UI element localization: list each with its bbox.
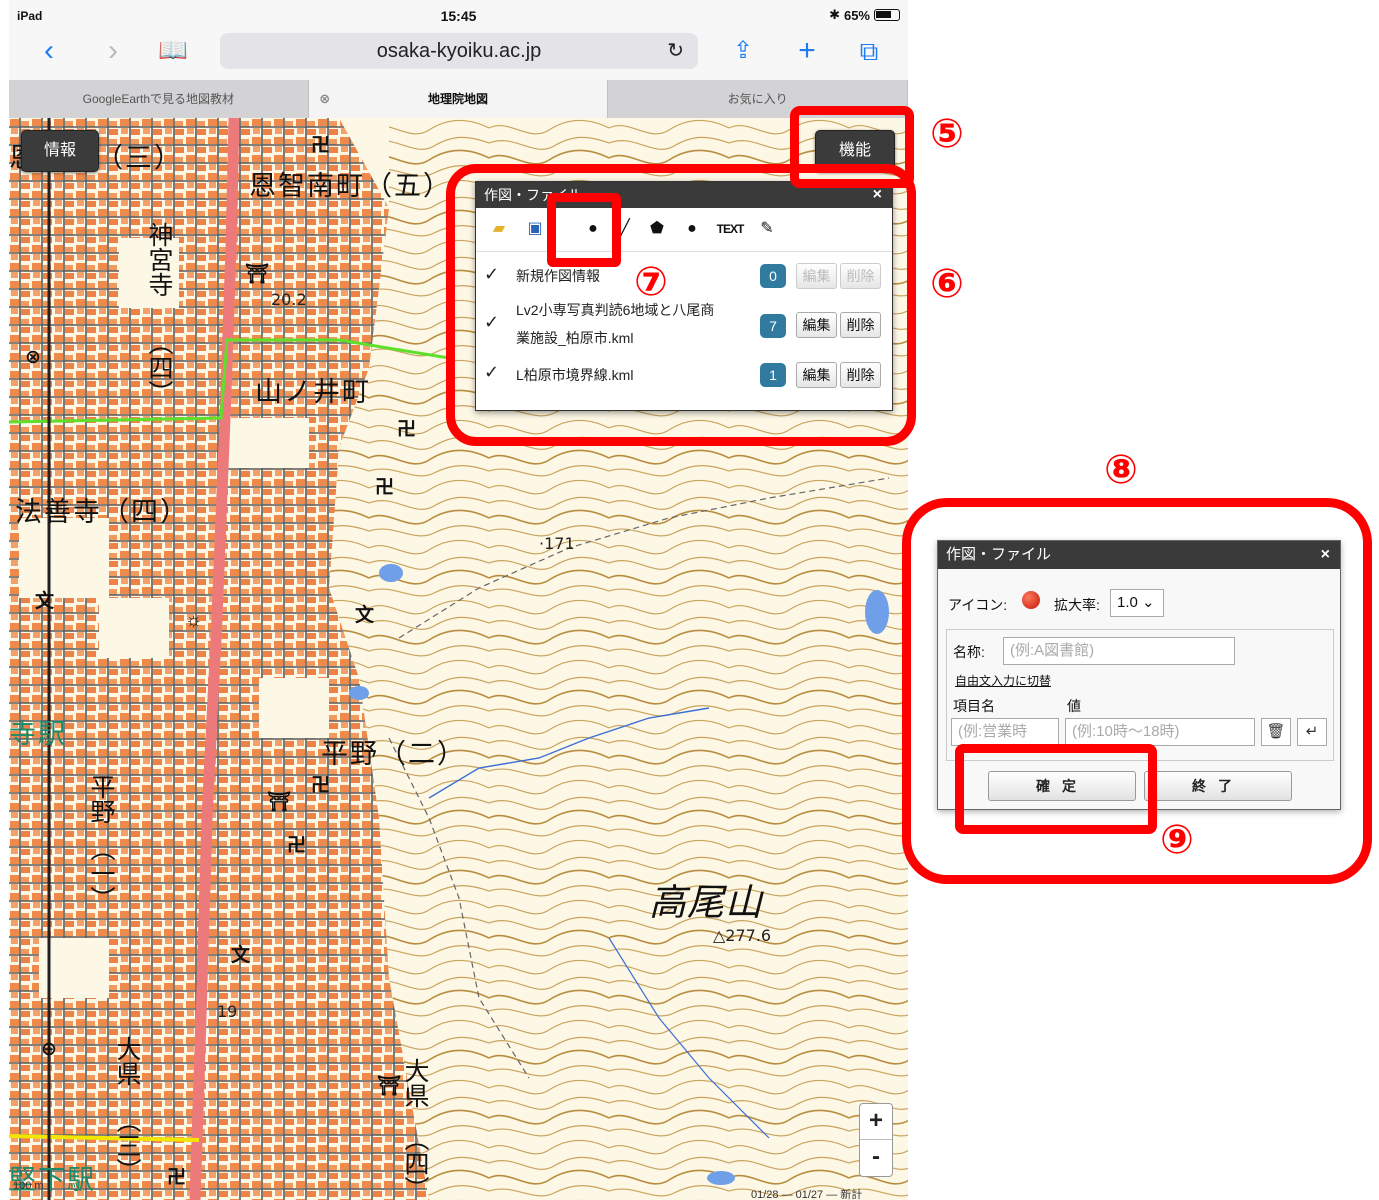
bluetooth-icon: ✱ — [829, 7, 840, 22]
tab-bar: GoogleEarthで見る地図教材 ⊗ 地理院地図 お気に入り — [9, 80, 908, 118]
school-icon: 文 — [355, 605, 375, 626]
temple-icon: 卍 — [287, 835, 307, 856]
label-ogata-left-num: （三） — [113, 1108, 142, 1183]
label-ogata-right-num: （四） — [401, 1126, 430, 1200]
date-label: 01/28 — 01/27 — 新計 — [751, 1189, 863, 1200]
clock: 15:45 — [440, 8, 477, 24]
tab-label: お気に入り — [727, 92, 788, 106]
label-jingu-num: （四） — [145, 330, 174, 405]
temple-icon: 卍 — [311, 135, 331, 156]
label-elev-19: 19 — [217, 1002, 238, 1021]
label-station-1: 寺駅 — [9, 719, 67, 750]
annotation-6: ⑥ — [930, 261, 964, 307]
back-icon[interactable]: ‹ — [31, 34, 67, 70]
label-height-171: ·171 — [539, 534, 575, 553]
shrine-icon: ⛩ — [267, 792, 292, 813]
address-bar[interactable]: osaka-kyoiku.ac.jp ↻ — [220, 33, 698, 69]
label-elev-20: 20.2 — [271, 290, 307, 309]
reload-icon[interactable]: ↻ — [667, 33, 684, 69]
url-text: osaka-kyoiku.ac.jp — [376, 40, 542, 62]
school-icon: 文 — [231, 945, 251, 966]
annotation-9: ⑨ — [1160, 817, 1194, 863]
temple-icon: 卍 — [167, 1167, 187, 1188]
label-hirano-num: （一） — [87, 836, 116, 911]
shrine-icon: ⛩ — [377, 1076, 402, 1097]
share-icon[interactable]: ⇪ — [725, 34, 761, 70]
tab-label: 地理院地図 — [428, 92, 489, 106]
battery-icon — [874, 9, 900, 21]
label-onchi-south: 恩智南町（五） — [249, 171, 452, 202]
forward-icon[interactable]: › — [95, 34, 131, 70]
label-hozenji: 法善寺（四） — [15, 497, 189, 528]
label-ogata-right: 大県 — [401, 1058, 430, 1108]
label-yamanoi: 山ノ井町 — [255, 377, 371, 408]
annotation-5: ⑤ — [930, 111, 964, 157]
label-ogata-left: 大県 — [113, 1036, 142, 1086]
post-office-icon: ⊗ — [25, 347, 41, 368]
label-jingu: 神宮寺 — [145, 222, 174, 297]
close-tab-icon[interactable]: ⊗ — [315, 80, 335, 118]
factory-icon: ☼ — [185, 610, 203, 631]
scale-bar: 100 m — [13, 1180, 44, 1192]
battery-percent: 65% — [843, 7, 870, 23]
safari-nav-bar: ‹ › 📖 osaka-kyoiku.ac.jp ↻ ⇪ + ⧉ — [9, 28, 908, 78]
temple-icon: 卍 — [397, 419, 417, 440]
info-button[interactable]: 情報 — [21, 130, 99, 172]
shrine-icon: ⛩ — [245, 264, 270, 285]
annotation-7: ⑦ — [634, 259, 668, 305]
label-hirano-vertical: 平野 — [87, 774, 116, 824]
zoom-out-button[interactable]: - — [860, 1140, 892, 1176]
status-bar: iPad 15:45 ✱ 65% — [9, 0, 908, 28]
battery-status: ✱ 65% — [829, 7, 900, 23]
tab-gsi-map[interactable]: ⊗ 地理院地図 — [308, 80, 609, 118]
zoom-in-button[interactable]: + — [860, 1104, 892, 1140]
new-tab-icon[interactable]: + — [789, 34, 825, 70]
tabs-icon[interactable]: ⧉ — [851, 34, 887, 70]
tab-googleearth[interactable]: GoogleEarthで見る地図教材 — [9, 80, 309, 118]
temple-icon: 卍 — [375, 477, 395, 498]
annotation-box-7 — [547, 193, 621, 267]
tab-label: GoogleEarthで見る地図教材 — [82, 92, 235, 106]
temple-icon: 卍 — [311, 775, 331, 796]
school-icon: 文 — [35, 591, 55, 612]
annotation-box-6 — [446, 164, 916, 446]
annotation-box-9 — [955, 744, 1157, 834]
police-icon: ⊕ — [41, 1039, 57, 1060]
bookmarks-icon[interactable]: 📖 — [155, 34, 191, 70]
label-hirano: 平野（二） — [321, 739, 466, 770]
zoom-control: + - — [859, 1103, 893, 1177]
annotation-8: ⑧ — [1104, 447, 1138, 493]
label-takao-height: △277.6 — [713, 926, 772, 945]
label-takao: 高尾山 — [649, 881, 763, 924]
